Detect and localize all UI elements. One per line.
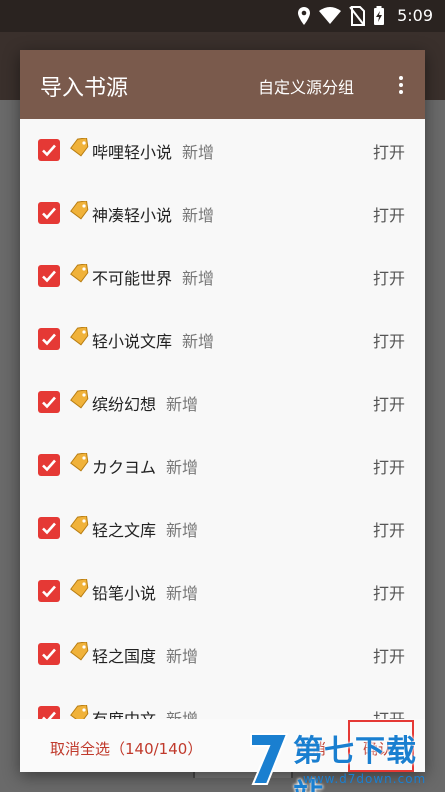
status-bar: 5:09	[0, 0, 445, 32]
checkbox-checked-icon[interactable]	[38, 139, 60, 161]
source-name: 铅笔小说	[92, 584, 157, 603]
custom-group-button[interactable]: 自定义源分组	[258, 74, 354, 98]
import-source-dialog: 导入书源 自定义源分组 哔哩轻小说 新增 打开 神凑轻小说 新增 打开 不可能世界 新增 打开轻…	[20, 50, 425, 772]
open-button[interactable]: 打开	[373, 328, 405, 352]
open-button[interactable]: 打开	[373, 265, 405, 289]
open-button[interactable]: 打开	[373, 139, 405, 163]
open-button[interactable]: 打开	[373, 202, 405, 226]
source-name: 轻之文库	[92, 521, 157, 540]
tag-icon	[68, 704, 90, 719]
list-item[interactable]: 轻之国度 新增 打开	[20, 623, 425, 686]
tag-icon	[68, 326, 90, 349]
tag-icon	[68, 200, 90, 223]
checkbox-checked-icon[interactable]	[38, 643, 60, 665]
location-icon	[298, 7, 310, 25]
battery-charging-icon	[374, 6, 384, 25]
more-vertical-icon[interactable]	[391, 70, 411, 100]
checkbox-checked-icon[interactable]	[38, 706, 60, 719]
checkbox-checked-icon[interactable]	[38, 202, 60, 224]
new-badge: 新增	[166, 521, 199, 540]
watermark: 第七下载站 www.d7down.com	[245, 720, 445, 792]
checkbox-checked-icon[interactable]	[38, 391, 60, 413]
checkbox-checked-icon[interactable]	[38, 328, 60, 350]
d7-logo-icon	[250, 733, 289, 785]
checkbox-checked-icon[interactable]	[38, 580, 60, 602]
list-item[interactable]: 哔哩轻小说 新增 打开	[20, 119, 425, 182]
dialog-title: 导入书源	[40, 76, 129, 101]
new-badge: 新增	[182, 143, 215, 162]
new-badge: 新增	[182, 206, 215, 225]
list-item[interactable]: 缤纷幻想 新增 打开	[20, 371, 425, 434]
open-button[interactable]: 打开	[373, 517, 405, 541]
tag-icon	[68, 389, 90, 412]
dialog-header: 导入书源 自定义源分组	[20, 50, 425, 119]
list-item[interactable]: 不可能世界 新增 打开	[20, 245, 425, 308]
new-badge: 新增	[182, 332, 215, 351]
new-badge: 新增	[166, 706, 198, 719]
tag-icon	[68, 452, 90, 475]
no-sim-icon	[349, 6, 365, 26]
new-badge: 新增	[182, 269, 215, 288]
open-button[interactable]: 打开	[373, 706, 405, 719]
list-item[interactable]: 有度中文新增 打开	[20, 686, 425, 719]
list-item[interactable]: 铅笔小说 新增 打开	[20, 560, 425, 623]
watermark-en: www.d7down.com	[303, 772, 427, 786]
tag-icon	[68, 137, 90, 160]
new-badge: 新增	[166, 584, 199, 603]
source-list[interactable]: 哔哩轻小说 新增 打开 神凑轻小说 新增 打开 不可能世界 新增 打开 轻小说文库 新增 打开 缤纷幻想…	[20, 119, 425, 719]
new-badge: 新增	[166, 647, 199, 666]
new-badge: 新增	[166, 458, 199, 477]
source-name: 轻小说文库	[92, 332, 173, 351]
deselect-all-button[interactable]: 取消全选（140/140）	[50, 738, 202, 759]
open-button[interactable]: 打开	[373, 454, 405, 478]
wifi-icon	[319, 7, 341, 24]
list-item[interactable]: 神凑轻小说 新增 打开	[20, 182, 425, 245]
source-name: 不可能世界	[92, 269, 173, 288]
open-button[interactable]: 打开	[373, 391, 405, 415]
open-button[interactable]: 打开	[373, 580, 405, 604]
open-button[interactable]: 打开	[373, 643, 405, 667]
source-name: 轻之国度	[92, 647, 157, 666]
list-item[interactable]: 轻之文库 新增 打开	[20, 497, 425, 560]
source-name: 哔哩轻小说	[92, 143, 173, 162]
tag-icon	[68, 578, 90, 601]
list-item[interactable]: 轻小说文库 新增 打开	[20, 308, 425, 371]
new-badge: 新增	[166, 395, 199, 414]
status-icons	[297, 6, 385, 26]
source-name: 有度中文	[92, 706, 156, 719]
tag-icon	[68, 263, 90, 286]
tag-icon	[68, 641, 90, 664]
checkbox-checked-icon[interactable]	[38, 517, 60, 539]
checkbox-checked-icon[interactable]	[38, 265, 60, 287]
source-name: 神凑轻小说	[92, 206, 173, 225]
list-item[interactable]: カクヨム 新增 打开	[20, 434, 425, 497]
checkbox-checked-icon[interactable]	[38, 454, 60, 476]
status-time: 5:09	[397, 6, 433, 25]
source-name: カクヨム	[92, 458, 157, 477]
tag-icon	[68, 515, 90, 538]
source-name: 缤纷幻想	[92, 395, 157, 414]
